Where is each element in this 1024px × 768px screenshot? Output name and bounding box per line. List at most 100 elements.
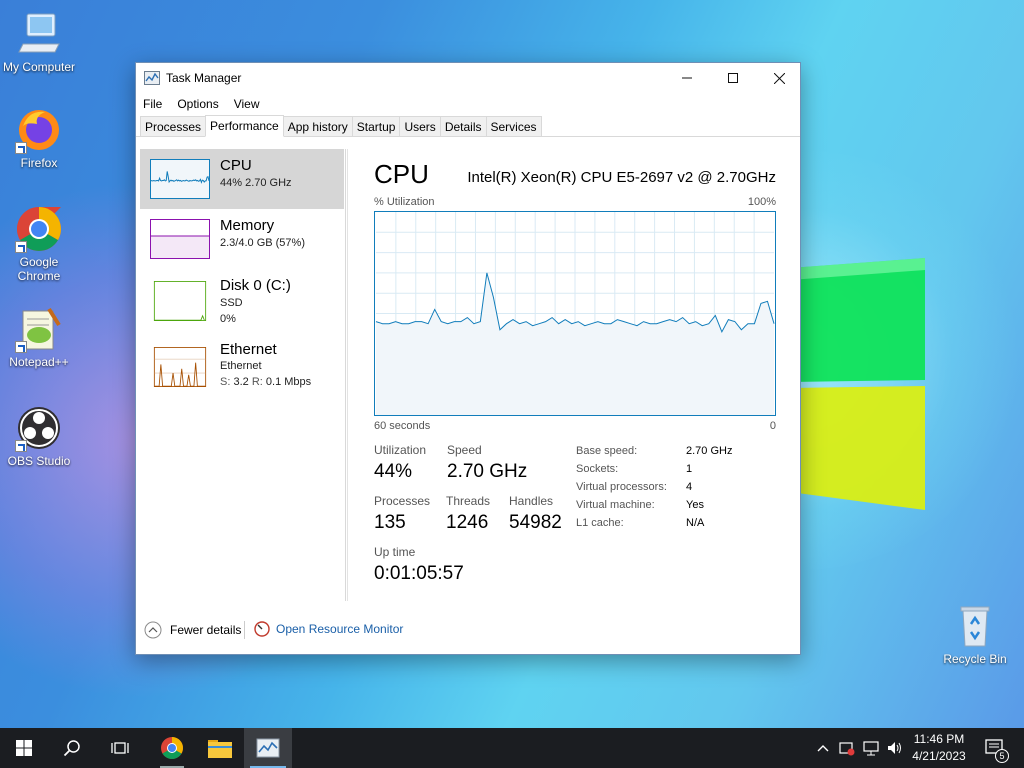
sockets-value: 1	[686, 463, 693, 475]
volume-button[interactable]	[884, 728, 906, 768]
menu-file[interactable]: File	[143, 97, 162, 111]
wallpaper-windows-logo	[790, 258, 925, 510]
chevron-up-circle-icon	[144, 621, 162, 639]
task-manager-window: Task Manager File Options View Processes…	[135, 62, 801, 655]
desktop-icon-obs[interactable]: OBS Studio	[0, 404, 78, 468]
tab-users[interactable]: Users	[399, 116, 441, 136]
resource-detail: SSD	[220, 297, 243, 309]
resource-list: CPU 44% 2.70 GHz Memory 2.3/4.0 GB (57%)…	[140, 149, 346, 601]
base-speed-label: Base speed:	[576, 445, 638, 457]
clock-date: 4/21/2023	[912, 749, 966, 763]
cpu-thumbnail-graph	[150, 159, 210, 199]
task-manager-icon	[144, 71, 160, 85]
minimize-icon	[682, 77, 692, 79]
maximize-button[interactable]	[710, 63, 756, 93]
processes-value: 135	[374, 512, 406, 533]
tab-bar: Processes Performance App history Startu…	[136, 115, 800, 137]
base-speed-value: 2.70 GHz	[686, 445, 733, 457]
menu-view[interactable]: View	[234, 97, 260, 111]
tab-processes[interactable]: Processes	[140, 116, 207, 136]
resource-name: Ethernet	[220, 341, 277, 358]
desktop-icon-label: OBS Studio	[7, 454, 71, 468]
fewer-details-button[interactable]: Fewer details	[144, 621, 241, 639]
resource-name: Memory	[220, 217, 275, 234]
shortcut-arrow-icon	[15, 142, 27, 154]
open-resource-monitor-link[interactable]: Open Resource Monitor	[254, 621, 403, 637]
desktop-icon-my-computer[interactable]: My Computer	[0, 10, 78, 74]
windows-start-icon	[16, 740, 32, 756]
start-button[interactable]	[0, 728, 48, 768]
minimize-button[interactable]	[664, 63, 710, 93]
min-axis-label: 0	[769, 420, 776, 432]
max-axis-label: 100%	[747, 196, 776, 208]
network-button[interactable]	[860, 728, 882, 768]
virtual-machine-value: Yes	[686, 499, 704, 511]
handles-label: Handles	[509, 494, 554, 508]
desktop-icon-notepadpp[interactable]: Notepad++	[0, 305, 78, 369]
menu-options[interactable]: Options	[177, 97, 218, 111]
desktop-icon-firefox[interactable]: Firefox	[0, 106, 78, 170]
resource-detail: 2.3/4.0 GB (57%)	[220, 237, 305, 249]
utilization-label: Utilization	[374, 443, 427, 457]
notification-center-button[interactable]: 5	[978, 728, 1014, 768]
desktop-icon-chrome[interactable]: Google Chrome	[0, 205, 78, 283]
uptime-value: 0:01:05:57	[374, 563, 464, 584]
resource-name: CPU	[220, 157, 252, 174]
pane-divider	[347, 149, 348, 601]
tab-performance[interactable]: Performance	[205, 115, 284, 137]
close-button[interactable]	[756, 63, 802, 93]
disk-thumbnail-graph	[153, 281, 207, 321]
cpu-heading: CPU	[374, 159, 429, 189]
tab-details[interactable]: Details	[439, 116, 487, 136]
processes-label: Processes	[374, 494, 431, 508]
tab-services[interactable]: Services	[485, 116, 542, 136]
task-view-button[interactable]	[96, 728, 144, 768]
close-icon	[773, 72, 785, 84]
notepadpp-icon	[15, 305, 63, 353]
resource-name: Disk 0 (C:)	[220, 277, 291, 294]
window-title: Task Manager	[166, 71, 242, 85]
l1-cache-value: N/A	[686, 517, 705, 529]
speed-value: 2.70 GHz	[447, 461, 528, 482]
task-manager-icon	[256, 738, 280, 758]
taskbar-task-manager[interactable]	[244, 728, 292, 768]
utilization-value: 44%	[374, 461, 413, 482]
resource-detail: 44% 2.70 GHz	[220, 177, 292, 189]
tray-app-button[interactable]	[836, 728, 858, 768]
resource-item-disk[interactable]: Disk 0 (C:) SSD 0%	[140, 269, 344, 329]
clock-time: 11:46 PM	[913, 732, 965, 746]
utilization-axis-label: % Utilization	[374, 196, 435, 208]
folder-icon	[208, 740, 232, 758]
computer-icon	[15, 10, 63, 58]
title-bar[interactable]: Task Manager	[136, 63, 800, 93]
clock[interactable]: 11:46 PM 4/21/2023	[906, 731, 972, 765]
resource-detail: S: 3.2 R: 0.1 Mbps	[220, 376, 312, 388]
open-resource-monitor-label: Open Resource Monitor	[276, 622, 404, 636]
maximize-icon	[728, 73, 738, 83]
resource-detail: 0%	[220, 313, 236, 325]
threads-label: Threads	[446, 494, 491, 508]
volume-icon	[888, 742, 901, 754]
shortcut-arrow-icon	[15, 241, 27, 253]
show-hidden-icons-button[interactable]	[812, 728, 834, 768]
tab-app-history[interactable]: App history	[282, 116, 353, 136]
speed-label: Speed	[447, 443, 482, 457]
taskbar-file-explorer[interactable]	[196, 728, 244, 768]
taskbar: 11:46 PM 4/21/2023 5	[0, 728, 1024, 768]
tab-startup[interactable]: Startup	[351, 116, 401, 136]
fewer-details-label: Fewer details	[170, 623, 242, 637]
handles-value: 54982	[509, 512, 562, 533]
taskbar-chrome[interactable]	[148, 728, 196, 768]
uptime-label: Up time	[374, 545, 416, 559]
tray-app-icon	[839, 742, 855, 756]
resource-item-cpu[interactable]: CPU 44% 2.70 GHz	[140, 149, 344, 209]
cpu-model-name: Intel(R) Xeon(R) CPU E5-2697 v2 @ 2.70GH…	[467, 169, 776, 186]
chrome-icon	[161, 737, 183, 759]
virtual-processors-value: 4	[686, 481, 693, 493]
desktop-icon-label: Recycle Bin	[943, 652, 1007, 666]
time-axis-label: 60 seconds	[374, 420, 431, 432]
search-button[interactable]	[48, 728, 96, 768]
resource-item-ethernet[interactable]: Ethernet Ethernet S: 3.2 R: 0.1 Mbps	[140, 337, 344, 397]
desktop-icon-recycle-bin[interactable]: Recycle Bin	[936, 602, 1014, 666]
resource-item-memory[interactable]: Memory 2.3/4.0 GB (57%)	[140, 209, 344, 269]
